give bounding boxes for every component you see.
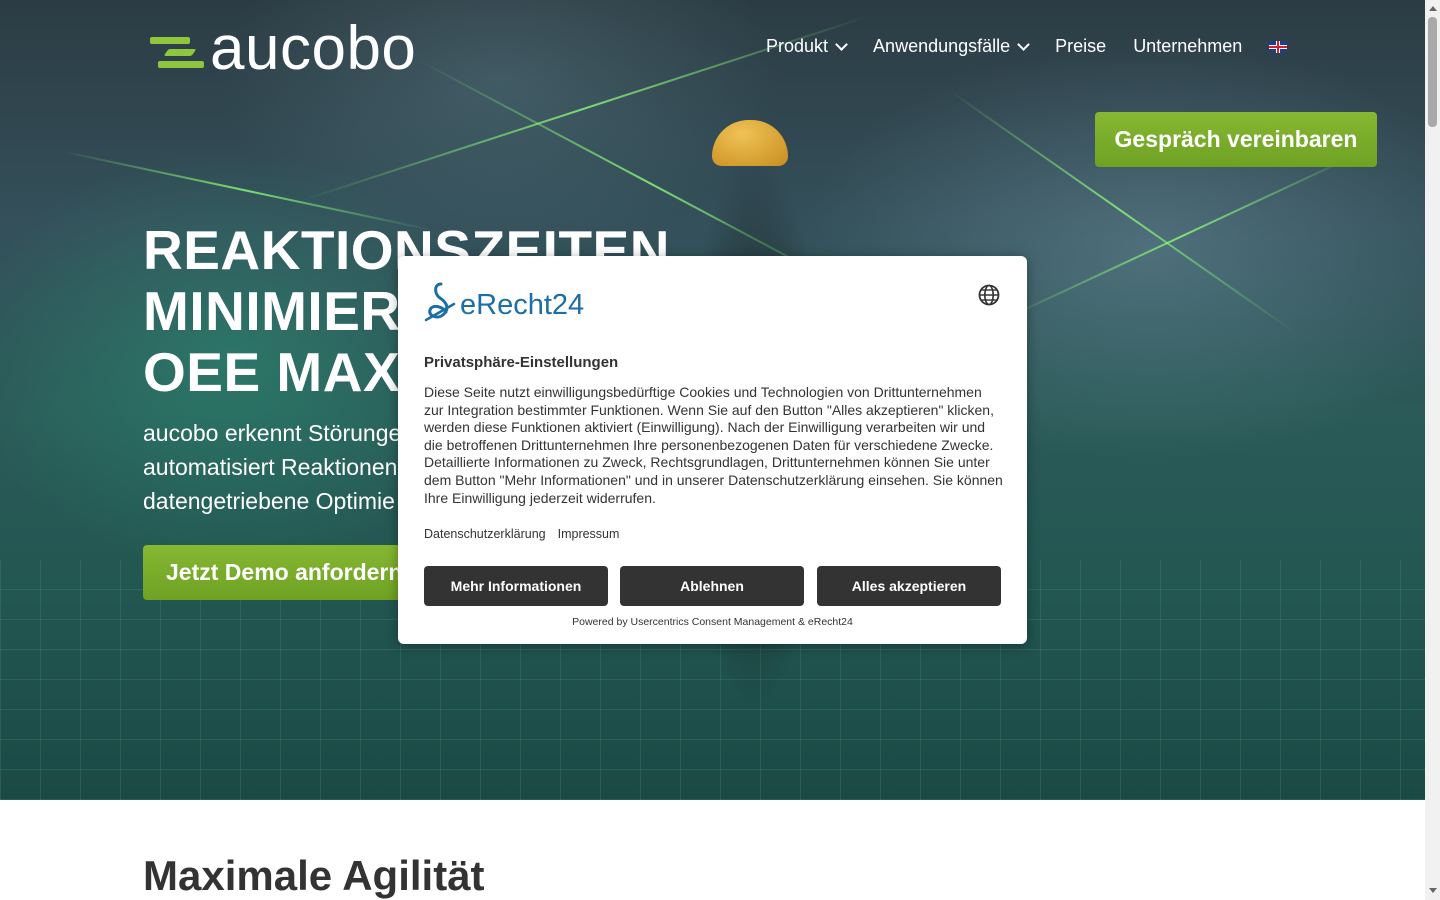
chevron-down-icon bbox=[1017, 37, 1031, 51]
nav-item-preise[interactable]: Preise bbox=[1055, 36, 1106, 57]
decline-button[interactable]: Ablehnen bbox=[620, 566, 804, 606]
accept-all-button[interactable]: Alles akzeptieren bbox=[817, 566, 1001, 606]
main-nav: Produkt Anwendungsfälle Preise Unternehm… bbox=[766, 36, 1288, 57]
more-information-button[interactable]: Mehr Informationen bbox=[424, 566, 608, 606]
site-logo[interactable]: aucobo bbox=[148, 18, 416, 80]
consent-title: Privatsphäre-Einstellungen bbox=[424, 354, 619, 371]
nav-item-unternehmen[interactable]: Unternehmen bbox=[1133, 36, 1242, 57]
nav-item-anwendungsfaelle[interactable]: Anwendungsfälle bbox=[873, 36, 1031, 57]
page-scrollbar[interactable] bbox=[1425, 0, 1440, 900]
consent-links: Datenschutzerklärung Impressum bbox=[424, 527, 631, 541]
nav-label: Unternehmen bbox=[1133, 36, 1243, 56]
nav-item-produkt[interactable]: Produkt bbox=[766, 36, 848, 57]
erecht24-mark-icon bbox=[424, 282, 456, 322]
light-beam bbox=[999, 151, 1363, 322]
nav-label: Produkt bbox=[766, 36, 829, 56]
scroll-down-arrow-icon[interactable] bbox=[1429, 888, 1437, 893]
schedule-call-button[interactable]: Gespräch vereinbaren bbox=[1095, 112, 1377, 167]
uk-flag-icon[interactable] bbox=[1269, 40, 1288, 53]
request-demo-button[interactable]: Jetzt Demo anfordern bbox=[143, 545, 433, 600]
logo-text: aucobo bbox=[210, 14, 417, 83]
privacy-policy-link[interactable]: Datenschutzerklärung bbox=[424, 527, 546, 541]
imprint-link[interactable]: Impressum bbox=[558, 527, 620, 541]
section-title: Maximale Agilität bbox=[143, 852, 485, 899]
scroll-up-arrow-icon[interactable] bbox=[1429, 6, 1437, 11]
chevron-down-icon bbox=[835, 37, 848, 51]
logo-mark-icon bbox=[148, 29, 206, 69]
consent-body-text: Diese Seite nutzt einwilligungsbedürftig… bbox=[424, 384, 1003, 506]
nav-label: Preise bbox=[1055, 36, 1107, 56]
erecht24-logo: eRecht24 bbox=[424, 282, 584, 322]
erecht24-logo-text: eRecht24 bbox=[460, 289, 585, 321]
scrollbar-thumb[interactable] bbox=[1428, 17, 1437, 127]
cookie-consent-dialog: eRecht24 Privatsphäre-Einstellungen Dies… bbox=[398, 256, 1027, 644]
globe-icon[interactable] bbox=[978, 284, 1000, 306]
powered-by-text: Powered by Usercentrics Consent Manageme… bbox=[572, 616, 853, 628]
nav-label: Anwendungsfälle bbox=[873, 36, 1011, 56]
